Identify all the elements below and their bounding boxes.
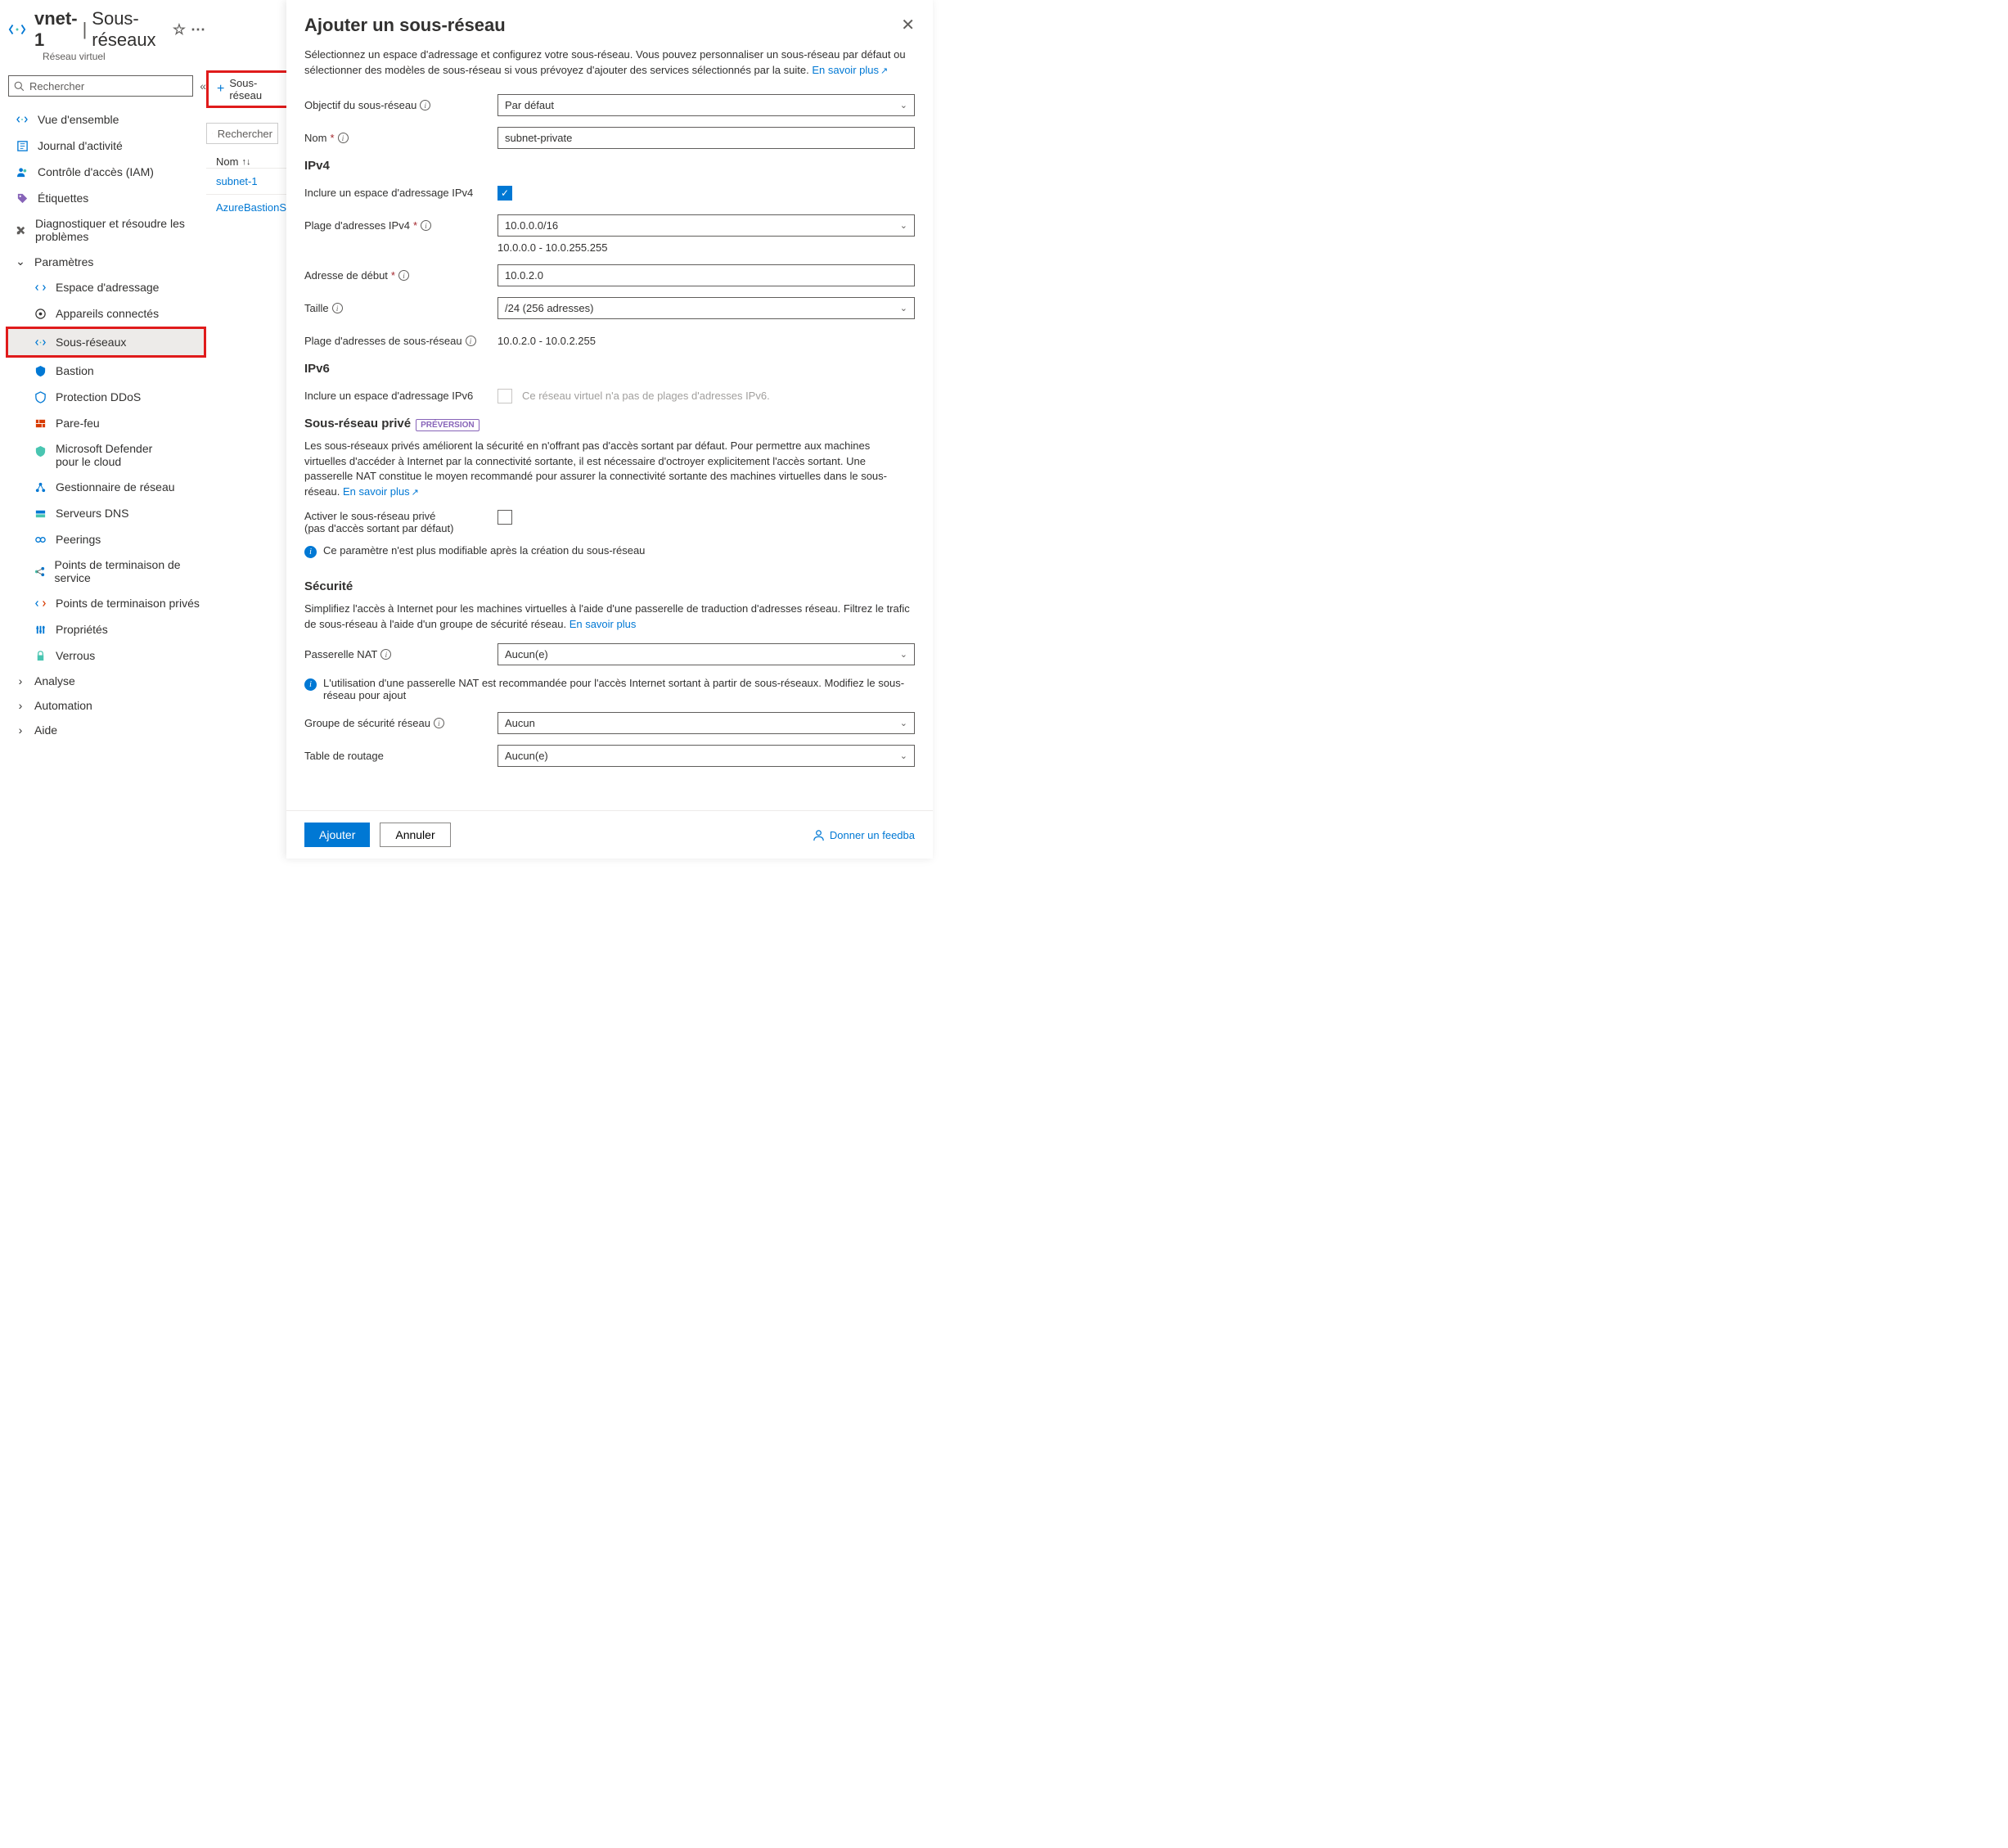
nav-diagnose[interactable]: Diagnostiquer et résoudre les problèmes xyxy=(8,211,206,249)
learn-more-link[interactable]: En savoir plus↗ xyxy=(812,64,888,76)
nav-ddos[interactable]: Protection DDoS xyxy=(8,384,206,410)
chevron-right-icon: › xyxy=(15,699,26,712)
info-icon[interactable]: i xyxy=(332,303,343,313)
nav-dns[interactable]: Serveurs DNS xyxy=(8,500,206,526)
nav-search-input[interactable]: Rechercher xyxy=(8,75,193,97)
plus-icon: + xyxy=(217,82,224,97)
collapse-icon[interactable]: « xyxy=(200,79,206,92)
nav-settings-group[interactable]: ⌄ Paramètres xyxy=(8,249,206,274)
panel-title: Ajouter un sous-réseau xyxy=(304,15,506,36)
chevron-down-icon: ⌄ xyxy=(900,718,907,728)
security-heading: Sécurité xyxy=(304,579,915,593)
chevron-down-icon: ⌄ xyxy=(900,750,907,761)
nav-activity-log[interactable]: Journal d'activité xyxy=(8,133,206,159)
nav-tags[interactable]: Étiquettes xyxy=(8,185,206,211)
private-subnet-heading: Sous-réseau privéPRÉVERSION xyxy=(304,417,915,430)
chevron-down-icon: ⌄ xyxy=(900,220,907,231)
ipv6-disabled-msg: Ce réseau virtuel n'a pas de plages d'ad… xyxy=(522,390,770,402)
start-address-input[interactable]: 10.0.2.0 xyxy=(497,264,915,286)
nav-locks[interactable]: Verrous xyxy=(8,642,206,669)
nat-gateway-select[interactable]: Aucun(e)⌄ xyxy=(497,643,915,665)
resource-type: Réseau virtuel xyxy=(43,51,206,62)
info-icon[interactable]: i xyxy=(398,270,409,281)
nav-defender[interactable]: Microsoft Defenderpour le cloud xyxy=(8,436,206,474)
subnet-row-1[interactable]: subnet-1 xyxy=(206,168,288,194)
chevron-right-icon: › xyxy=(15,674,26,687)
nav-overview[interactable]: Vue d'ensemble xyxy=(8,106,206,133)
learn-more-link[interactable]: En savoir plus↗ xyxy=(343,485,419,498)
nav-properties[interactable]: Propriétés xyxy=(8,616,206,642)
feedback-link[interactable]: Donner un feedba xyxy=(813,829,915,841)
chevron-down-icon: ⌄ xyxy=(900,649,907,660)
nav-bastion[interactable]: Bastion xyxy=(8,358,206,384)
size-select[interactable]: /24 (256 adresses)⌄ xyxy=(497,297,915,319)
add-subnet-button[interactable]: + Sous-réseau xyxy=(209,73,292,106)
chevron-down-icon: ⌄ xyxy=(900,303,907,313)
subnet-name-input[interactable]: subnet-private xyxy=(497,127,915,149)
nav-service-endpoints[interactable]: Points de terminaison de service xyxy=(8,552,206,590)
subnet-row-2[interactable]: AzureBastionS xyxy=(206,194,288,220)
nav-help-group[interactable]: › Aide xyxy=(8,718,206,742)
search-icon xyxy=(14,81,25,92)
security-desc: Simplifiez l'accès à Internet pour les m… xyxy=(304,602,915,633)
nsg-select[interactable]: Aucun⌄ xyxy=(497,712,915,734)
enable-private-checkbox[interactable] xyxy=(497,510,512,525)
pin-icon[interactable]: ☆ xyxy=(173,21,186,38)
chevron-down-icon: ⌄ xyxy=(900,100,907,110)
nav-peerings[interactable]: Peerings xyxy=(8,526,206,552)
subnet-range-value: 10.0.2.0 - 10.0.2.255 xyxy=(497,335,915,347)
info-icon[interactable]: i xyxy=(380,649,391,660)
nav-address-space[interactable]: Espace d'adressage xyxy=(8,274,206,300)
nav-private-endpoints[interactable]: Points de terminaison privés xyxy=(8,590,206,616)
person-icon xyxy=(813,829,825,841)
nav-network-manager[interactable]: Gestionnaire de réseau xyxy=(8,474,206,500)
nav-iam[interactable]: Contrôle d'accès (IAM) xyxy=(8,159,206,185)
close-icon[interactable]: ✕ xyxy=(901,15,915,35)
route-table-select[interactable]: Aucun(e)⌄ xyxy=(497,745,915,767)
nav-subnets[interactable]: Sous-réseaux xyxy=(8,329,204,355)
column-header-name[interactable]: Nom↑↓ xyxy=(206,156,295,168)
info-icon[interactable]: i xyxy=(434,718,444,728)
ipv6-heading: IPv6 xyxy=(304,362,915,376)
ipv4-range-select[interactable]: 10.0.0.0/16⌄ xyxy=(497,214,915,237)
locked-message: Ce paramètre n'est plus modifiable après… xyxy=(323,544,645,557)
nav-connected-devices[interactable]: Appareils connectés xyxy=(8,300,206,327)
info-icon[interactable]: i xyxy=(466,336,476,346)
subnet-purpose-select[interactable]: Par défaut⌄ xyxy=(497,94,915,116)
preview-badge: PRÉVERSION xyxy=(416,419,479,431)
chevron-down-icon: ⌄ xyxy=(15,255,26,268)
add-button[interactable]: Ajouter xyxy=(304,823,370,847)
page-title: vnet-1 | Sous-réseaux ☆ ⋯ xyxy=(34,8,206,51)
info-icon: i xyxy=(304,546,317,558)
info-icon[interactable]: i xyxy=(421,220,431,231)
nav-analyse-group[interactable]: › Analyse xyxy=(8,669,206,693)
ipv4-range-hint: 10.0.0.0 - 10.0.255.255 xyxy=(497,241,915,254)
cancel-button[interactable]: Annuler xyxy=(380,823,450,847)
vnet-icon xyxy=(8,20,26,38)
nat-info-msg: L'utilisation d'une passerelle NAT est r… xyxy=(323,677,915,701)
info-icon: i xyxy=(304,678,317,691)
learn-more-link[interactable]: En savoir plus xyxy=(570,618,637,630)
search-icon xyxy=(212,128,213,138)
more-icon[interactable]: ⋯ xyxy=(191,21,206,38)
nav-automation-group[interactable]: › Automation xyxy=(8,693,206,718)
nav-firewall[interactable]: Pare-feu xyxy=(8,410,206,436)
add-subnet-panel: Ajouter un sous-réseau ✕ Sélectionnez un… xyxy=(286,0,933,859)
include-ipv6-checkbox xyxy=(497,389,512,403)
private-subnet-desc: Les sous-réseaux privés améliorent la sé… xyxy=(304,439,915,500)
info-icon[interactable]: i xyxy=(338,133,349,143)
chevron-right-icon: › xyxy=(15,723,26,737)
panel-description: Sélectionnez un espace d'adressage et co… xyxy=(304,47,915,79)
info-icon[interactable]: i xyxy=(420,100,430,110)
ipv4-heading: IPv4 xyxy=(304,159,915,173)
subnet-search-input[interactable]: Rechercher xyxy=(206,123,278,144)
include-ipv4-checkbox[interactable]: ✓ xyxy=(497,186,512,201)
